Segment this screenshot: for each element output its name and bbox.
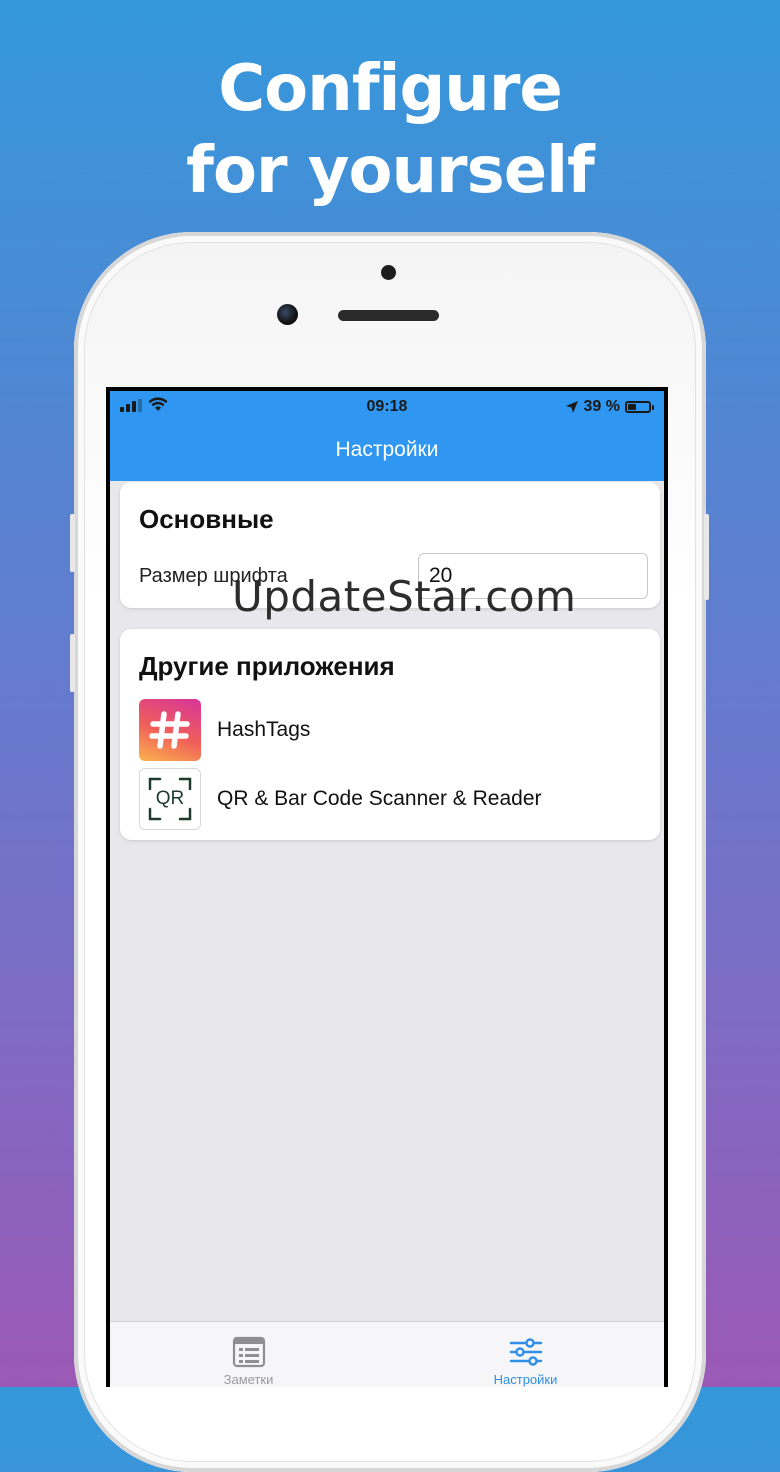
other-apps-section-title: Другие приложения (139, 651, 395, 681)
battery-icon (625, 401, 651, 413)
battery-percent: 39 % (583, 398, 620, 415)
hashtag-icon (139, 699, 201, 761)
phone-power-button (704, 514, 709, 600)
tab-label: Настройки (493, 1372, 558, 1387)
nav-bar: Настройки (110, 421, 664, 481)
promo-headline: Configure for yourself (0, 48, 780, 212)
app-name: HashTags (217, 718, 311, 741)
front-camera-icon (277, 304, 298, 325)
proximity-sensor (381, 265, 396, 280)
battery-cap (652, 404, 654, 410)
nav-title: Настройки (335, 438, 439, 461)
location-arrow-icon (565, 401, 578, 413)
other-apps-card: Другие приложения HashTags QR QR & Bar C… (120, 629, 660, 840)
headline-line-1: Configure (218, 52, 563, 126)
notes-icon (232, 1336, 266, 1368)
app-screen: 09:18 39 % Настройки Основные Размер шри… (110, 391, 664, 1387)
tab-notes[interactable]: Заметки (110, 1322, 387, 1387)
tab-bar: Заметки Настройки (110, 1321, 664, 1387)
app-item-hashtags[interactable]: HashTags (139, 699, 649, 761)
battery-level (628, 404, 636, 410)
status-right: 39 % (565, 398, 654, 416)
headline-line-2: for yourself (186, 134, 595, 208)
qr-icon-text: QR (155, 788, 185, 809)
qr-icon: QR (139, 768, 201, 830)
phone-volume-down-button (70, 634, 75, 692)
tab-label: Заметки (223, 1372, 274, 1387)
phone-screen: 09:18 39 % Настройки Основные Размер шри… (106, 387, 668, 1387)
watermark: UpdateStar.com (232, 572, 577, 621)
earpiece-speaker (338, 310, 439, 321)
app-name: QR & Bar Code Scanner & Reader (217, 787, 542, 810)
tab-settings[interactable]: Настройки (387, 1322, 664, 1387)
sliders-icon (509, 1338, 543, 1366)
app-item-qr-scanner[interactable]: QR QR & Bar Code Scanner & Reader (139, 768, 649, 830)
phone-volume-up-button (70, 514, 75, 572)
status-bar: 09:18 39 % (110, 391, 664, 421)
general-section-title: Основные (139, 504, 274, 534)
